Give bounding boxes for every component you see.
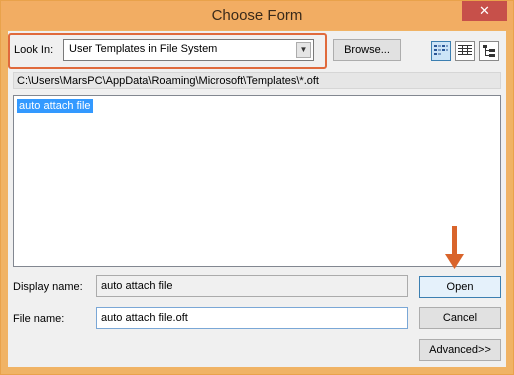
list-view-icon[interactable]: [431, 41, 451, 61]
path-text: C:\Users\MarsPC\AppData\Roaming\Microsof…: [17, 75, 319, 87]
file-name-label: File name:: [13, 313, 65, 325]
look-in-value: User Templates in File System: [69, 43, 218, 55]
advanced-button[interactable]: Advanced>>: [419, 339, 501, 361]
display-name-field: auto attach file: [96, 275, 408, 297]
cancel-button[interactable]: Cancel: [419, 307, 501, 329]
chevron-down-icon[interactable]: ▼: [296, 42, 311, 58]
display-name-label: Display name:: [13, 281, 83, 293]
display-name-value: auto attach file: [101, 280, 173, 292]
title-bar[interactable]: Choose Form ✕: [1, 1, 513, 30]
file-list[interactable]: auto attach file: [13, 95, 501, 267]
file-item-name: auto attach file: [19, 100, 91, 112]
close-button[interactable]: ✕: [462, 1, 507, 21]
details-view-icon[interactable]: [455, 41, 475, 61]
close-icon: ✕: [479, 3, 490, 18]
file-name-value: auto attach file.oft: [101, 312, 188, 324]
current-path: C:\Users\MarsPC\AppData\Roaming\Microsof…: [13, 72, 501, 89]
annotation-arrow-icon: [445, 226, 464, 269]
browse-button[interactable]: Browse...: [333, 39, 401, 61]
open-button[interactable]: Open: [419, 276, 501, 298]
tree-view-icon[interactable]: [479, 41, 499, 61]
dialog-body: Look In: User Templates in File System ▼…: [8, 31, 506, 367]
window-title: Choose Form: [211, 7, 303, 24]
look-in-label: Look In:: [14, 44, 54, 56]
look-in-dropdown[interactable]: User Templates in File System ▼: [63, 39, 314, 61]
file-name-input[interactable]: auto attach file.oft: [96, 307, 408, 329]
list-item[interactable]: auto attach file: [17, 99, 93, 113]
choose-form-dialog: Choose Form ✕ Look In: User Templates in…: [0, 0, 514, 375]
